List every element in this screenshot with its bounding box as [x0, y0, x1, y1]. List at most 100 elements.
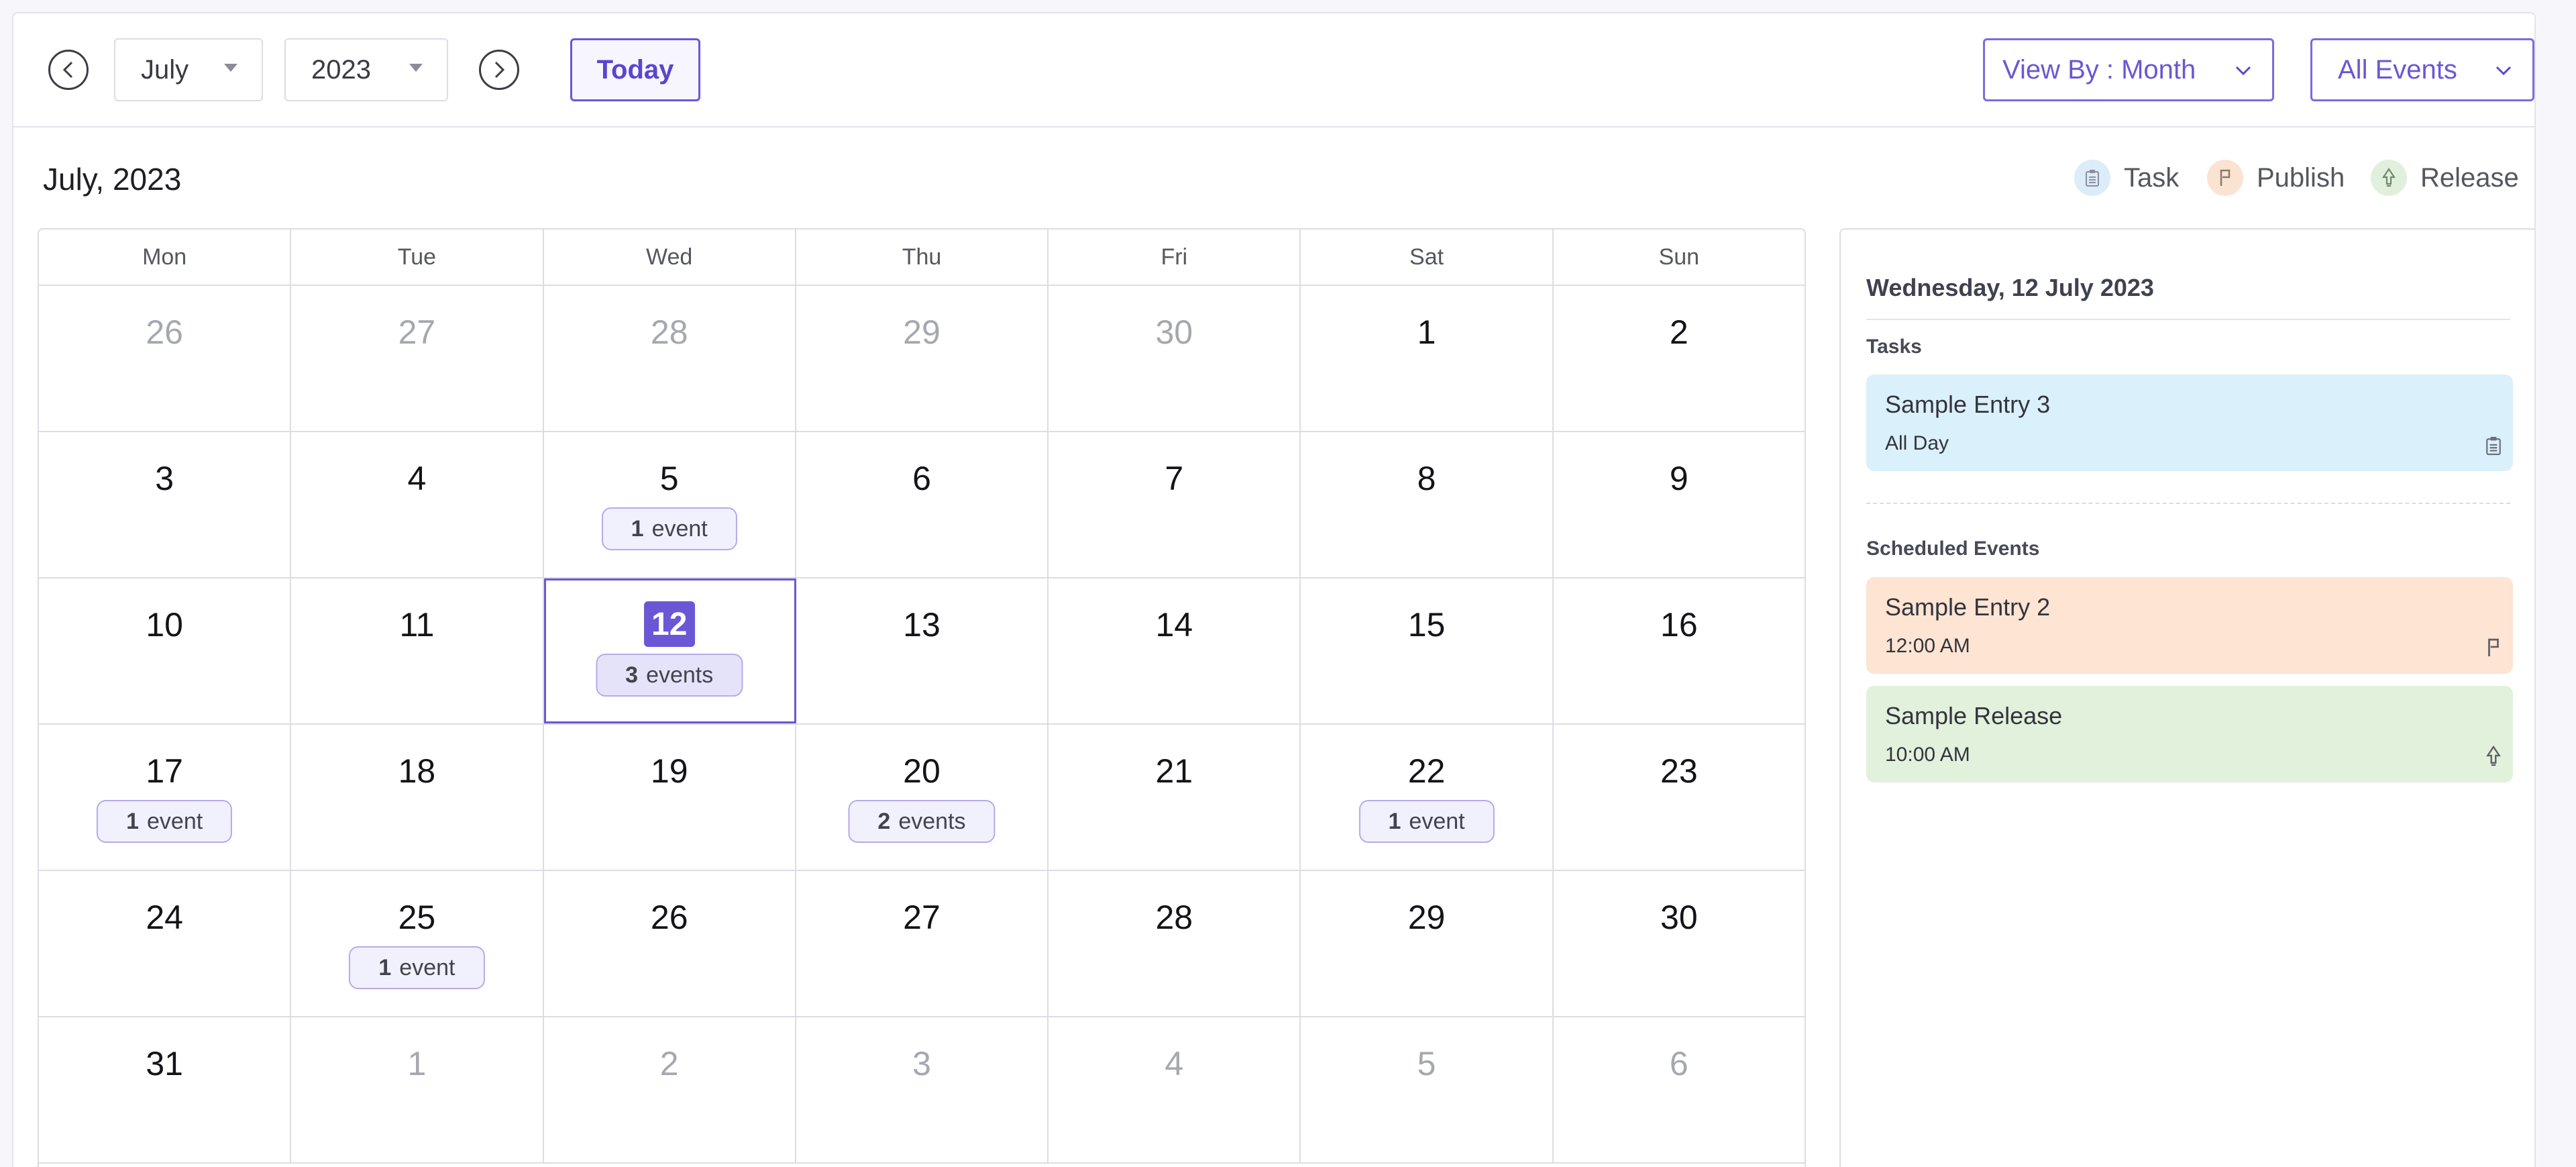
event-count-label: events	[646, 662, 714, 688]
event-count: 1	[378, 954, 392, 980]
event-count-badge[interactable]: 2 events	[848, 800, 996, 843]
day-number: 1	[1417, 313, 1436, 351]
legend-release: Release	[2371, 160, 2519, 196]
scheduled-entry[interactable]: Sample Entry 2 12:00 AM	[1866, 577, 2513, 674]
calendar-day[interactable]: 5	[1301, 1017, 1554, 1162]
task-entry[interactable]: Sample Entry 3 All Day	[1866, 374, 2513, 471]
calendar-day[interactable]: 22 1 event	[1301, 725, 1554, 870]
calendar-day[interactable]: 8	[1301, 432, 1554, 577]
event-count-label: events	[898, 808, 966, 834]
day-number: 3	[155, 460, 174, 497]
calendar-day[interactable]: 20 2 events	[796, 725, 1049, 870]
year-select[interactable]: 2023	[284, 38, 448, 101]
calendar-day[interactable]: 19	[544, 725, 796, 870]
legend-label: Publish	[2257, 162, 2345, 193]
day-number: 30	[1660, 899, 1698, 936]
clipboard-icon	[2486, 437, 2501, 456]
day-number: 22	[1407, 752, 1446, 790]
chevron-left-icon	[62, 61, 73, 79]
calendar-body: 26 27 28 29 30 1 2 3 4 5 1 event 6 7 8 9 10 11 12 3 events 13…	[39, 286, 1805, 1164]
day-number: 29	[1407, 899, 1446, 936]
entry-title: Sample Entry 2	[1885, 593, 2051, 621]
event-count-badge[interactable]: 1 event	[349, 946, 485, 989]
calendar-day[interactable]: 15	[1301, 578, 1554, 723]
day-number: 2	[659, 1045, 679, 1082]
calendar-day[interactable]: 28	[544, 286, 796, 431]
calendar-day[interactable]: 14	[1049, 578, 1301, 723]
calendar-day[interactable]: 26	[544, 871, 796, 1016]
view-by-value: View By : Month	[2002, 54, 2196, 85]
calendar-day[interactable]: 6	[1554, 1017, 1805, 1162]
day-details-panel: Wednesday, 12 July 2023 Tasks Sample Ent…	[1839, 228, 2534, 1167]
day-number: 1	[407, 1045, 427, 1082]
day-number: 23	[1660, 752, 1698, 790]
calendar-day[interactable]: 13	[796, 578, 1049, 723]
calendar-day[interactable]: 30	[1554, 871, 1805, 1016]
calendar-day[interactable]: 26	[39, 286, 292, 431]
scheduled-events-heading: Scheduled Events	[1866, 538, 2040, 560]
calendar-day[interactable]: 27	[796, 871, 1049, 1016]
calendar-day[interactable]: 21	[1049, 725, 1301, 870]
prev-month-button[interactable]	[48, 50, 89, 90]
event-count-badge[interactable]: 3 events	[596, 654, 743, 697]
legend-label: Release	[2420, 162, 2519, 193]
scheduled-entry[interactable]: Sample Release 10:00 AM	[1866, 686, 2513, 782]
calendar-day[interactable]: 1	[291, 1017, 544, 1162]
next-month-button[interactable]	[479, 50, 519, 90]
month-select[interactable]: July	[114, 38, 263, 101]
legend-publish: Publish	[2207, 160, 2345, 196]
event-count-badge[interactable]: 1 event	[1358, 800, 1495, 843]
event-count-badge[interactable]: 1 event	[601, 507, 737, 550]
calendar-day[interactable]: 30	[1049, 286, 1301, 431]
calendar-day[interactable]: 18	[291, 725, 544, 870]
calendar-day[interactable]: 16	[1554, 578, 1805, 723]
month-select-value: July	[141, 54, 189, 85]
calendar-day[interactable]: 9	[1554, 432, 1805, 577]
calendar-day[interactable]: 4	[291, 432, 544, 577]
calendar-day[interactable]: 10	[39, 578, 292, 723]
calendar-day[interactable]: 2	[1554, 286, 1805, 431]
calendar-day[interactable]: 1	[1301, 286, 1554, 431]
day-number: 9	[1669, 460, 1688, 497]
weekday-label: Thu	[796, 230, 1049, 285]
calendar-day[interactable]: 3	[796, 1017, 1049, 1162]
calendar-day[interactable]: 4	[1049, 1017, 1301, 1162]
day-number: 26	[650, 899, 688, 936]
calendar-week: 31 1 2 3 4 5 6	[39, 1017, 1805, 1164]
calendar-day[interactable]: 5 1 event	[544, 432, 796, 577]
day-number: 5	[1417, 1045, 1436, 1082]
calendar-day[interactable]: 6	[796, 432, 1049, 577]
calendar-day[interactable]: 29	[1301, 871, 1554, 1016]
calendar-day[interactable]: 2	[544, 1017, 796, 1162]
weekday-label: Tue	[291, 230, 544, 285]
legend-label: Task	[2124, 162, 2180, 193]
calendar-day[interactable]: 27	[291, 286, 544, 431]
calendar-day[interactable]: 17 1 event	[39, 725, 292, 870]
calendar-week: 10 11 12 3 events 13 14 15 16	[39, 578, 1805, 725]
entry-time: 10:00 AM	[1885, 744, 1970, 766]
today-button[interactable]: Today	[570, 38, 700, 101]
calendar-day-selected[interactable]: 12 3 events	[543, 578, 796, 723]
calendar-day[interactable]: 3	[39, 432, 292, 577]
calendar-day[interactable]: 7	[1049, 432, 1301, 577]
calendar-day[interactable]: 31	[39, 1017, 292, 1162]
event-count-badge[interactable]: 1 event	[97, 800, 233, 843]
chevron-down-icon	[2496, 66, 2512, 76]
calendar-day[interactable]: 24	[39, 871, 292, 1016]
calendar-day[interactable]: 25 1 event	[291, 871, 544, 1016]
view-by-select[interactable]: View By : Month	[1983, 38, 2274, 101]
toolbar: July 2023 Today View By : Month All Even…	[13, 13, 2534, 128]
legend-task: Task	[2074, 160, 2179, 196]
event-filter-select[interactable]: All Events	[2310, 38, 2534, 101]
day-number: 4	[1165, 1045, 1184, 1082]
calendar-day[interactable]: 28	[1049, 871, 1301, 1016]
weekday-header: Mon Tue Wed Thu Fri Sat Sun	[39, 230, 1805, 286]
calendar-day[interactable]: 23	[1554, 725, 1805, 870]
day-number: 17	[146, 752, 183, 790]
calendar-day[interactable]: 11	[291, 578, 544, 723]
day-number: 15	[1407, 606, 1446, 644]
calendar-day[interactable]: 29	[796, 286, 1049, 431]
day-number: 4	[407, 460, 427, 497]
chevron-right-icon	[494, 61, 505, 79]
flag-icon	[2488, 638, 2499, 656]
